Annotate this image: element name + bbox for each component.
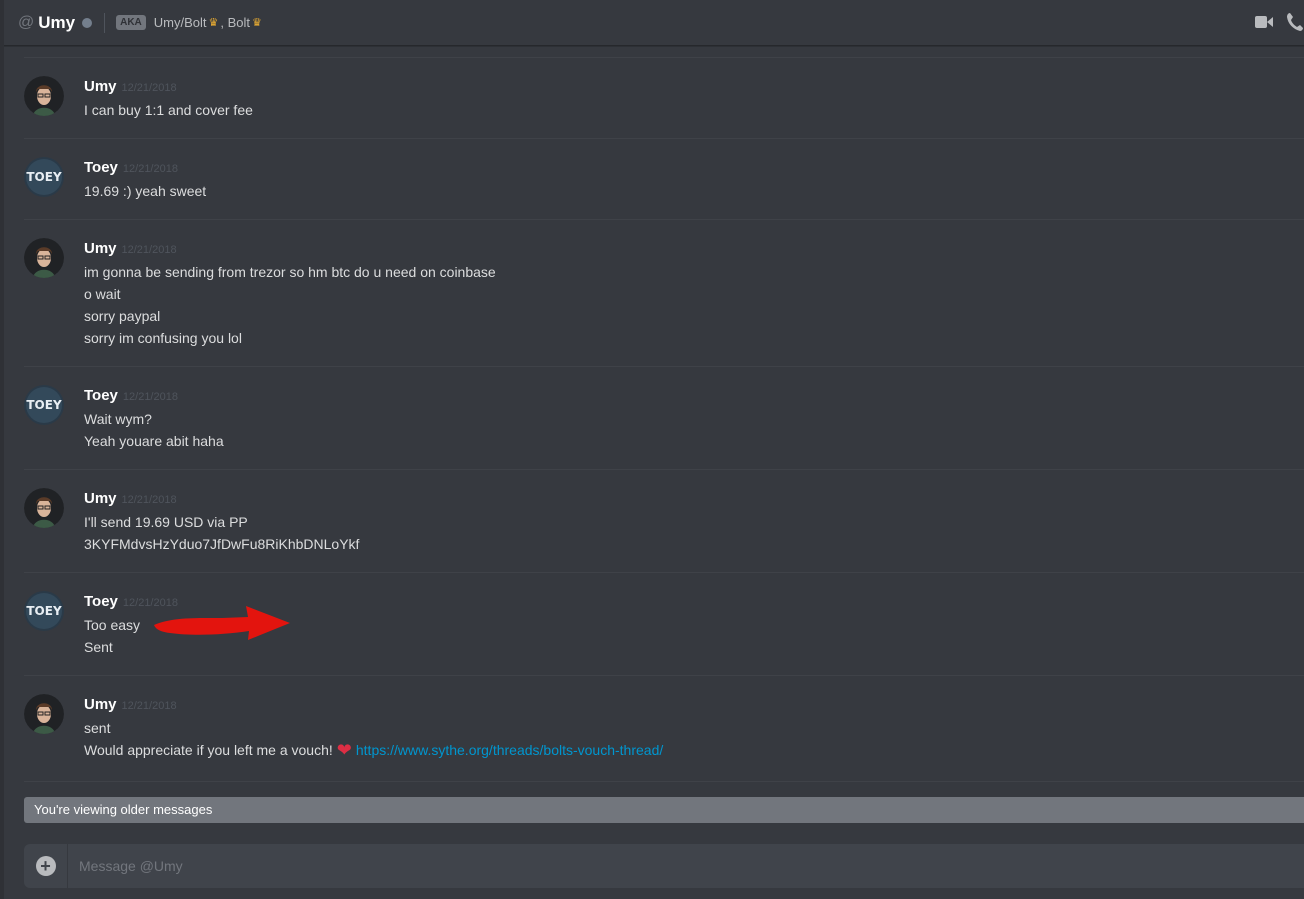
- message-composer: +: [24, 843, 1304, 889]
- author-name[interactable]: Toey: [84, 387, 118, 404]
- message-group: Umy 12/21/2018 sent Would appreciate if …: [24, 675, 1304, 782]
- author-name[interactable]: Umy: [84, 696, 117, 713]
- aka-name-2: Bolt: [227, 15, 251, 30]
- channel-header: @ Umy AKA Umy/Bolt ♛ , Bolt ♛: [4, 0, 1304, 46]
- offline-status-icon: [82, 17, 93, 28]
- message-content: I can buy 1:1 and cover fee: [84, 99, 253, 121]
- message-input[interactable]: [68, 843, 1304, 889]
- message-content: Wait wym? Yeah youare abit haha: [84, 408, 224, 452]
- voice-call-icon[interactable]: [1286, 12, 1304, 37]
- author-name[interactable]: Umy: [84, 490, 117, 507]
- message-header: Toey 12/21/2018: [84, 159, 178, 176]
- message-header: Umy 12/21/2018: [84, 78, 177, 95]
- umy-avatar[interactable]: [24, 694, 64, 734]
- message-line: sorry im confusing you lol: [84, 330, 242, 346]
- message-line: im gonna be sending from trezor so hm bt…: [84, 264, 496, 280]
- aka-name-1: Umy/Bolt: [153, 15, 207, 30]
- message-line: Would appreciate if you left me a vouch!…: [84, 739, 663, 761]
- aka-badge: AKA: [116, 15, 146, 30]
- vouch-thread-link[interactable]: https://www.sythe.org/threads/bolts-vouc…: [356, 742, 663, 758]
- message-group: Umy 12/21/2018 I'll send 19.69 USD via P…: [24, 469, 1304, 573]
- message-header: Umy 12/21/2018: [84, 696, 177, 713]
- aka-separator: ,: [220, 15, 225, 30]
- message-header: Umy 12/21/2018: [84, 240, 177, 257]
- message-content: Too easy Sent: [84, 614, 140, 658]
- message-line: Wait wym?: [84, 411, 152, 427]
- message-line: Yeah youare abit haha: [84, 433, 224, 449]
- heart-icon: ❤: [336, 740, 352, 760]
- timestamp: 12/21/2018: [121, 244, 177, 256]
- header-actions: [1242, 12, 1304, 37]
- recipient-name[interactable]: Umy: [38, 13, 75, 33]
- message-list-end-divider: [24, 781, 1304, 783]
- message-content: I'll send 19.69 USD via PP 3KYFMdvsHzYdu…: [84, 511, 359, 555]
- message-group: TOEY Toey 12/21/2018 Wait wym? Yeah youa…: [24, 366, 1304, 470]
- vouch-request-text: Would appreciate if you left me a vouch!: [84, 742, 333, 758]
- crown-icon: ♛: [208, 17, 219, 29]
- aka-names: Umy/Bolt ♛ , Bolt ♛: [154, 15, 264, 30]
- umy-avatar[interactable]: [24, 76, 64, 116]
- crown-icon: ♛: [252, 17, 262, 29]
- message-line: I'll send 19.69 USD via PP: [84, 514, 248, 530]
- message-line: Sent: [84, 639, 113, 655]
- message-line: I can buy 1:1 and cover fee: [84, 102, 253, 118]
- timestamp: 12/21/2018: [121, 700, 177, 712]
- message-line: Too easy: [84, 617, 141, 633]
- dm-window: @ Umy AKA Umy/Bolt ♛ , Bolt ♛ Umy 12/21/…: [0, 0, 1304, 899]
- message-group: Umy 12/21/2018 im gonna be sending from …: [24, 219, 1304, 367]
- timestamp: 12/21/2018: [122, 391, 178, 403]
- message-group: Umy 12/21/2018 I can buy 1:1 and cover f…: [24, 57, 1304, 139]
- author-name[interactable]: Umy: [84, 240, 117, 257]
- timestamp: 12/21/2018: [121, 494, 177, 506]
- message-line: 19.69 :) yeah sweet: [84, 183, 207, 199]
- message-line: sorry paypal: [84, 308, 161, 324]
- plus-icon: +: [35, 856, 56, 876]
- message-content: im gonna be sending from trezor so hm bt…: [84, 261, 496, 349]
- timestamp: 12/21/2018: [121, 82, 177, 94]
- message-header: Toey 12/21/2018: [84, 387, 178, 404]
- toey-avatar[interactable]: TOEY: [24, 591, 64, 631]
- svg-text:TOEY: TOEY: [26, 170, 62, 184]
- author-name[interactable]: Toey: [84, 593, 118, 610]
- author-name[interactable]: Umy: [84, 78, 117, 95]
- header-divider: [104, 12, 106, 33]
- timestamp: 12/21/2018: [122, 163, 178, 175]
- toey-avatar[interactable]: TOEY: [24, 385, 64, 425]
- svg-text:TOEY: TOEY: [26, 604, 62, 618]
- video-call-icon[interactable]: [1254, 14, 1274, 35]
- message-group: TOEY Toey 12/21/2018 19.69 :) yeah sweet: [24, 138, 1304, 220]
- at-icon: @: [18, 13, 35, 31]
- message-content: sent Would appreciate if you left me a v…: [84, 717, 663, 761]
- message-line: 3KYFMdvsHzYduo7JfDwFu8RiKhbDNLoYkf: [84, 536, 360, 552]
- toey-avatar[interactable]: TOEY: [24, 157, 64, 197]
- umy-avatar[interactable]: [24, 238, 64, 278]
- umy-avatar[interactable]: [24, 488, 64, 528]
- svg-text:TOEY: TOEY: [26, 398, 62, 412]
- message-line: o wait: [84, 286, 121, 302]
- message-content: 19.69 :) yeah sweet: [84, 180, 206, 202]
- message-header: Umy 12/21/2018: [84, 490, 177, 507]
- upload-button[interactable]: +: [24, 844, 68, 888]
- author-name[interactable]: Toey: [84, 159, 118, 176]
- older-messages-bar[interactable]: You're viewing older messages: [24, 797, 1304, 823]
- message-line: sent: [84, 720, 111, 736]
- red-arrow-annotation: [154, 606, 290, 640]
